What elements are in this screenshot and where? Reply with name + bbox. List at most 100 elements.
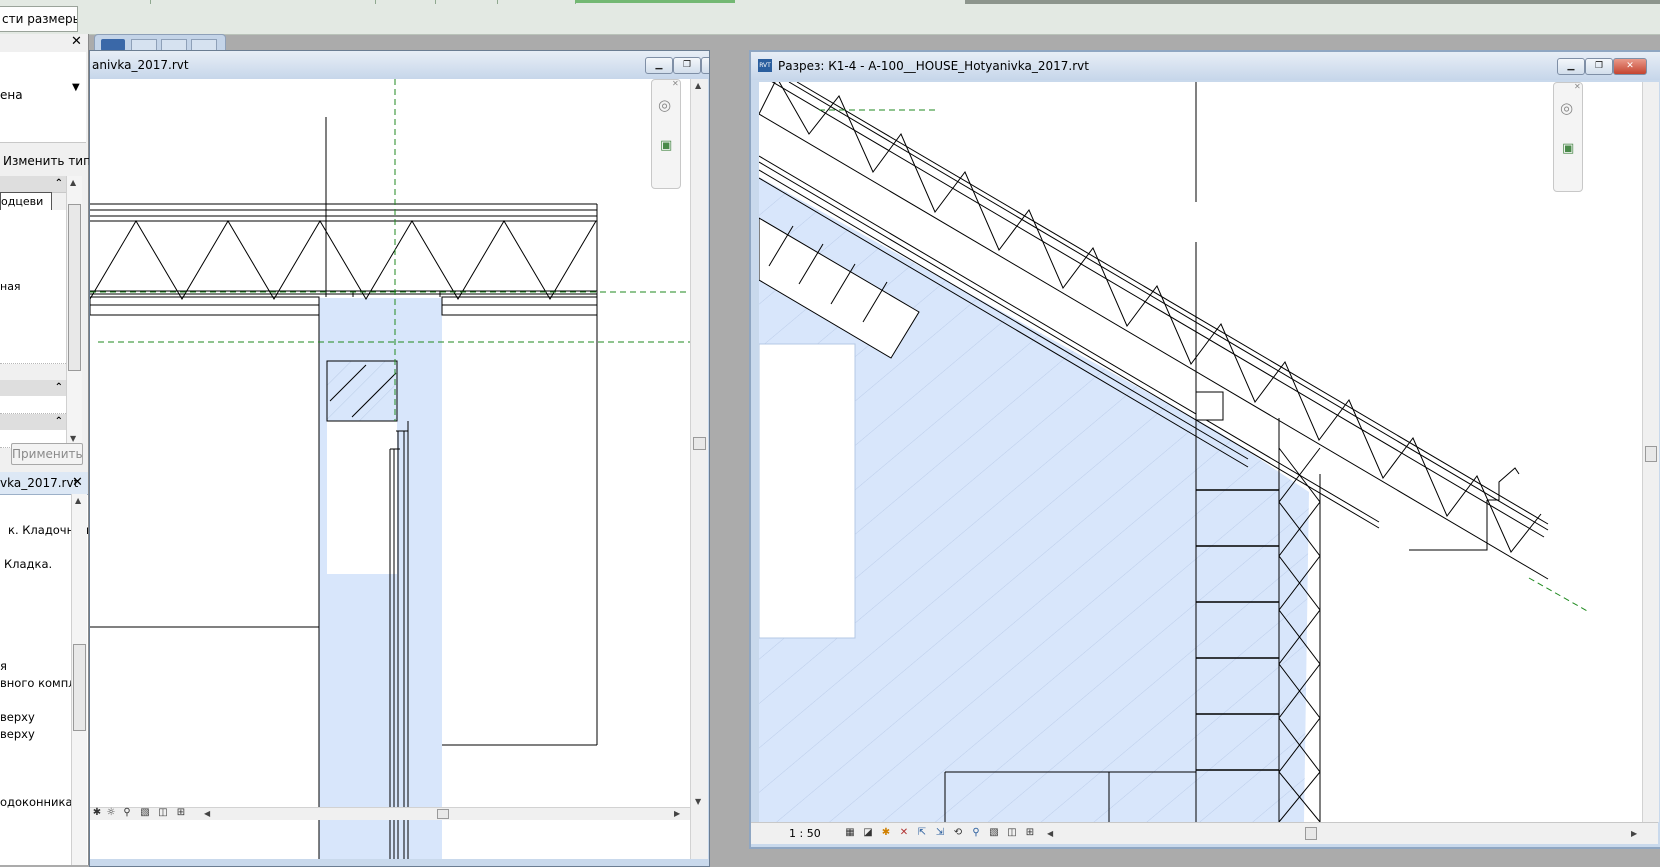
navigation-bar[interactable]: ◎ ▣ ✕ <box>1553 82 1583 192</box>
opening-fill <box>327 421 397 552</box>
zoom-region-icon[interactable]: ▣ <box>660 138 672 153</box>
scale-label[interactable]: 1 : 50 <box>789 827 821 840</box>
browser-item[interactable]: вного компл <box>0 676 76 690</box>
scroll-down-icon[interactable]: ▼ <box>695 797 701 806</box>
close-button[interactable]: ✕ <box>701 57 709 74</box>
left-view-title: anivka_2017.rvt <box>92 58 189 72</box>
tab-divider <box>435 0 436 4</box>
scroll-thumb[interactable] <box>73 644 86 731</box>
sun-path-icon[interactable]: ✱ <box>879 827 893 839</box>
reveal-hidden-icon[interactable]: ◫ <box>1005 827 1019 839</box>
scroll-right-icon[interactable]: ▶ <box>1631 829 1637 838</box>
chevron-down-icon[interactable]: ▼ <box>72 82 80 93</box>
property-row[interactable] <box>0 210 66 228</box>
file-badge: RVT <box>758 59 772 72</box>
property-row[interactable] <box>0 396 66 414</box>
apply-button[interactable]: Применить <box>11 443 83 465</box>
scroll-up-icon[interactable]: ▲ <box>695 81 701 90</box>
view-tab-strip[interactable] <box>94 34 226 53</box>
scroll-thumb[interactable] <box>1305 827 1317 840</box>
right-view-titlebar[interactable]: RVT Разрез: К1-4 - А-100__HOUSE_Hotyaniv… <box>751 52 1660 80</box>
visual-style-icon[interactable]: ◪ <box>861 827 875 839</box>
dimensions-tab[interactable]: сти размеры <box>0 6 78 32</box>
property-row[interactable] <box>0 312 66 330</box>
pin-icon[interactable]: ⚲ <box>120 807 134 819</box>
scroll-down-icon[interactable]: ▼ <box>70 434 76 443</box>
temporary-hide-icon[interactable]: ▧ <box>987 827 1001 839</box>
close-icon: ✕ <box>1626 61 1634 71</box>
restore-icon: ❐ <box>682 60 692 70</box>
steering-wheel-icon[interactable]: ◎ <box>658 96 671 114</box>
scroll-thumb[interactable] <box>693 437 706 450</box>
properties-section-header[interactable]: ⌃ <box>0 380 66 397</box>
shadows-icon[interactable]: ☼ <box>104 807 118 819</box>
collapse-icon[interactable]: ⌃ <box>55 414 63 430</box>
left-view-titlebar[interactable]: anivka_2017.rvt ▁ ❐ ✕ <box>90 51 709 79</box>
restore-button[interactable]: ❐ <box>1585 58 1613 75</box>
properties-section-header[interactable]: ⌃ <box>0 414 66 431</box>
property-row[interactable] <box>0 244 66 262</box>
crop-view-icon[interactable]: ⇱ <box>915 827 929 839</box>
right-section-drawing <box>759 82 1590 822</box>
right-view-vscroll[interactable] <box>1642 82 1659 822</box>
property-row[interactable] <box>0 227 66 245</box>
minimize-button[interactable]: ▁ <box>645 57 673 74</box>
temporary-hide-icon[interactable]: ⊞ <box>174 807 188 819</box>
property-row[interactable]: ная <box>0 278 66 296</box>
collapse-icon[interactable]: ⌃ <box>55 380 63 396</box>
sun-path-icon[interactable]: ✱ <box>90 807 104 819</box>
minimize-icon: ▁ <box>655 60 663 70</box>
scroll-thumb[interactable] <box>68 204 81 371</box>
property-value-field[interactable]: одцеви <box>0 192 52 211</box>
restore-button[interactable]: ❐ <box>673 57 701 74</box>
analytical-model-icon[interactable]: ⊞ <box>1023 827 1037 839</box>
crop-icon[interactable]: ▧ <box>138 807 152 819</box>
pin-icon[interactable]: ⚲ <box>969 827 983 839</box>
navigation-bar[interactable]: ◎ ▣ ✕ <box>651 79 681 189</box>
view-control-bar: 1 : 50 ▦ ◪ ✱ ✕ ⇱ ⇲ ⟲ ⚲ ▧ ◫ ⊞ ◀ ▶ <box>751 822 1658 844</box>
left-view-canvas[interactable]: ◎ ▣ ✕ <box>90 79 690 859</box>
right-view-canvas[interactable]: ◎ ▣ ✕ <box>759 82 1642 822</box>
collapse-icon[interactable]: ⌃ <box>55 176 63 192</box>
lintel <box>326 360 398 422</box>
property-row[interactable] <box>0 261 66 279</box>
browser-item[interactable]: Кладка. <box>4 557 52 571</box>
properties-section-header[interactable]: ⌃ <box>0 176 66 193</box>
detail-level-icon[interactable]: ▦ <box>843 827 857 839</box>
properties-palette: ✕ ена ▼ Изменить тип ⌃ одцеви ная ⌃ ⌃ ▲ … <box>0 34 91 484</box>
minimize-button[interactable]: ▁ <box>1557 58 1585 75</box>
browser-item[interactable]: верху <box>0 710 35 724</box>
scroll-thumb[interactable] <box>1645 446 1657 462</box>
left-view-vscroll[interactable]: ▲ ▼ <box>690 79 708 859</box>
close-icon[interactable]: ✕ <box>72 472 83 494</box>
tab-divider <box>497 0 498 4</box>
property-row[interactable] <box>0 346 66 364</box>
browser-item[interactable]: одоконника <box>0 795 73 809</box>
browser-scrollbar[interactable]: ▲ <box>71 494 87 865</box>
scroll-up-icon[interactable]: ▲ <box>75 496 81 505</box>
scroll-thumb[interactable] <box>437 809 449 819</box>
hide-icon[interactable]: ◫ <box>156 807 170 819</box>
shadows-icon[interactable]: ✕ <box>897 827 911 839</box>
close-icon[interactable]: ✕ <box>672 79 679 88</box>
close-button[interactable]: ✕ <box>1613 58 1647 75</box>
beam <box>1195 391 1224 421</box>
scroll-left-icon[interactable]: ◀ <box>1047 829 1053 838</box>
browser-item[interactable]: верху <box>0 727 35 741</box>
close-icon[interactable]: ✕ <box>71 34 82 49</box>
property-row[interactable] <box>0 329 66 347</box>
zoom-region-icon[interactable]: ▣ <box>1562 141 1574 156</box>
scroll-right-icon[interactable]: ▶ <box>674 809 680 818</box>
close-icon[interactable]: ✕ <box>1574 82 1581 91</box>
scroll-up-icon[interactable]: ▲ <box>70 178 76 187</box>
steering-wheel-icon[interactable]: ◎ <box>1560 99 1573 117</box>
scroll-left-icon[interactable]: ◀ <box>204 809 210 818</box>
properties-scrollbar[interactable]: ▲ ▼ <box>66 176 82 446</box>
tab-divider <box>150 0 151 4</box>
edit-type-button[interactable]: Изменить тип <box>3 154 91 168</box>
property-row[interactable] <box>0 295 66 313</box>
type-selector[interactable]: ена ▼ <box>0 52 86 143</box>
show-crop-icon[interactable]: ⇲ <box>933 827 947 839</box>
browser-item[interactable]: я <box>0 659 7 673</box>
lock-3d-icon[interactable]: ⟲ <box>951 827 965 839</box>
